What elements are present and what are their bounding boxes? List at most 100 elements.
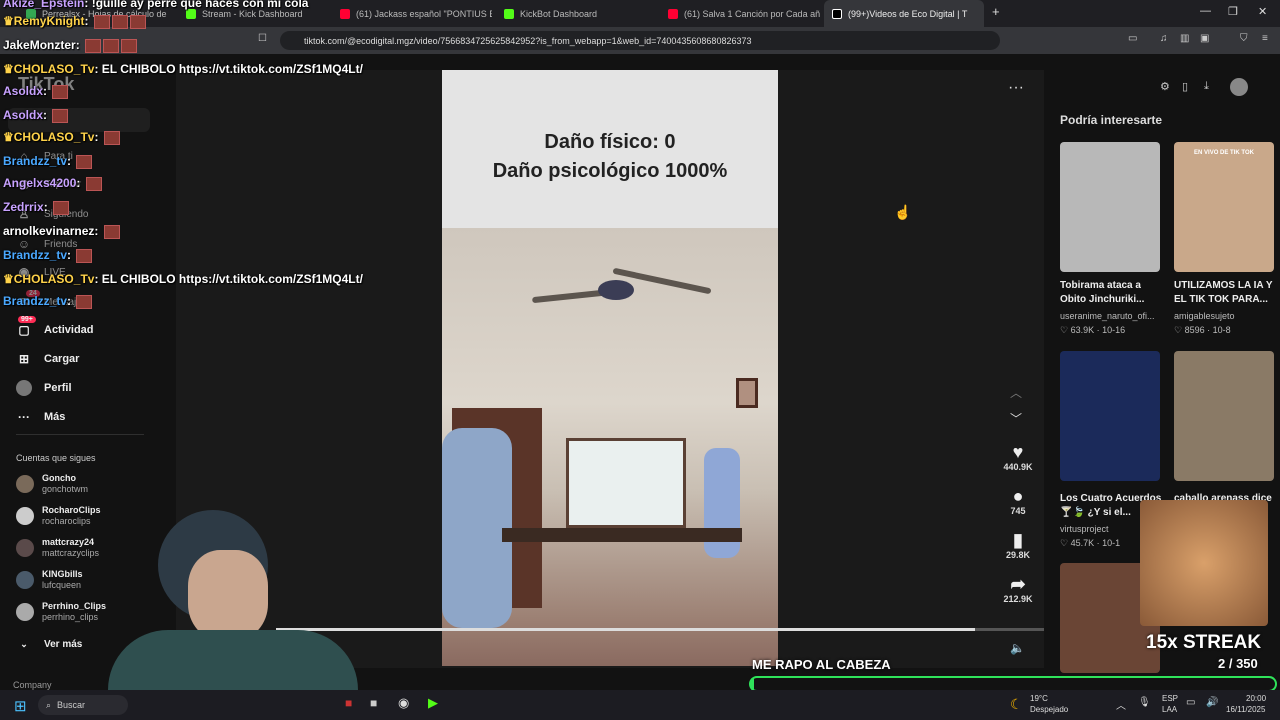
chat-text: EL CHIBOLO https://vt.tiktok.com/ZSf1MQ4…	[101, 272, 363, 286]
minimize-button[interactable]: —	[1200, 5, 1211, 17]
badge-icon: ♛	[3, 14, 14, 28]
emote-image	[53, 200, 70, 215]
heart-icon: ♡	[1174, 325, 1183, 335]
recommended-thumbnail[interactable]: EN VIVO DE TIK TOK	[1174, 142, 1274, 272]
recommended-author[interactable]: useranime_naruto_ofi...	[1060, 310, 1170, 323]
browser-tab[interactable]: (61) Jackass español "PONTIUS EL BA	[332, 0, 492, 27]
chevron-down-icon: ⌄	[20, 638, 28, 649]
recommended-stats: ♡ 8596 · 10-8	[1174, 325, 1231, 335]
clock-date[interactable]: 16/11/2025	[1226, 705, 1265, 714]
chat-message: JakeMonzter:	[3, 38, 138, 53]
chat-message: arnolkevinarnez:	[3, 224, 120, 239]
recommended-stats: ♡ 63.9K · 10-16	[1060, 325, 1126, 335]
see-more-button[interactable]: ⌄ Ver más	[16, 636, 82, 652]
chat-message: Asoldx:	[3, 108, 69, 123]
followed-account[interactable]: Goncho gonchotwm	[16, 473, 88, 495]
following-section-title: Cuentas que sigues	[16, 453, 96, 463]
followed-account[interactable]: RocharoClips rocharoclips	[16, 505, 101, 527]
recommended-title[interactable]: UTILIZAMOS LA IA Y EL TIK TOK PARA...	[1174, 279, 1278, 307]
previous-video-icon[interactable]: ︿	[1010, 384, 1022, 401]
new-tab-button[interactable]: +	[992, 4, 1000, 19]
share-button[interactable]: ➦ 212.9K	[998, 574, 1038, 604]
emote-image	[111, 14, 128, 29]
emote-image	[103, 224, 120, 239]
emote-image	[103, 38, 120, 53]
heart-icon: ♡	[1060, 325, 1069, 335]
avatar	[16, 571, 34, 589]
recommended-title[interactable]: Tobirama ataca a Obito Jinchuriki...	[1060, 279, 1164, 307]
followed-account[interactable]: mattcrazy24 mattcrazyclips	[16, 537, 99, 559]
recommended-thumbnail[interactable]	[1174, 351, 1274, 481]
heart-icon: ♥	[1012, 442, 1024, 462]
tray-chevron-icon[interactable]: ︿	[1116, 697, 1126, 712]
clock-time[interactable]: 20:00	[1246, 694, 1266, 703]
like-button[interactable]: ♥ 440.9K	[998, 442, 1038, 472]
chat-username: Brandzz_tv	[3, 248, 68, 262]
maximize-button[interactable]: ❐	[1228, 5, 1238, 18]
windows-taskbar: ⊞ ⌕ Buscar ■ ■ ◉ ▶ ☾ 19°C Despejado ︿ 🎙 E…	[0, 690, 1280, 720]
recommendations-title: Podría interesarte	[1060, 113, 1163, 127]
youtube-icon	[340, 8, 350, 19]
followed-account[interactable]: KINGbills lufcqueen	[16, 569, 83, 591]
activity-icon: ▢	[18, 323, 30, 337]
video-player[interactable]: Daño físico: 0 Daño psicológico 1000%	[442, 70, 778, 666]
app-icon[interactable]: ■	[345, 696, 352, 710]
sidebar-icon[interactable]: ▥	[1180, 33, 1189, 44]
browser-tab[interactable]: (61) Salva 1 Canción por Cada año	[660, 0, 820, 27]
chat-text: !guille ay perre que haces con mi cola	[91, 0, 309, 10]
taskbar-search[interactable]: ⌕ Buscar	[38, 695, 128, 715]
recommended-thumbnail[interactable]	[1060, 142, 1160, 272]
webcam-overlay	[108, 510, 358, 690]
menu-icon[interactable]: ≡	[1262, 33, 1268, 44]
kick-app-icon[interactable]: ▶	[428, 695, 438, 711]
chat-message: ♛CHOLASO_Tv: EL CHIBOLO https://vt.tikto…	[3, 272, 363, 286]
company-link[interactable]: Company	[13, 680, 52, 690]
bookmark-button[interactable]: ▮ 29.8K	[998, 530, 1038, 560]
volume-icon[interactable]: 🔈	[1010, 641, 1025, 655]
recommended-thumbnail[interactable]	[1060, 351, 1160, 481]
cast-icon[interactable]: ▭	[1128, 33, 1137, 44]
windows-start-icon[interactable]: ⊞	[14, 697, 27, 715]
settings-icon[interactable]: ⚙	[1160, 80, 1170, 93]
volume-tray-icon[interactable]: 🔊	[1206, 697, 1218, 708]
user-avatar[interactable]	[1230, 78, 1248, 96]
emote-image	[85, 176, 102, 191]
shield-icon[interactable]: ⛉	[1240, 33, 1248, 44]
upload-icon: ⊞	[18, 352, 30, 366]
bookmark-page-icon[interactable]: ☐	[258, 33, 267, 44]
obs-icon[interactable]: ◉	[398, 695, 409, 711]
comment-button[interactable]: ● 745	[998, 486, 1038, 516]
hand-cursor-icon: ☝	[894, 204, 912, 220]
search-icon: ⌕	[46, 699, 52, 710]
sidebar-item-mas[interactable]: ··· Más	[16, 409, 65, 425]
badge-icon: ♛	[3, 62, 14, 76]
browser-tab[interactable]: KickBot Dashboard	[496, 0, 656, 27]
emote-image	[76, 248, 93, 263]
device-icon[interactable]: ▯	[1182, 80, 1188, 93]
recommended-author[interactable]: amigablesujeto	[1174, 310, 1280, 323]
media-icon[interactable]: ♫	[1160, 33, 1168, 44]
sidebar-item-actividad[interactable]: ▢ Actividad 99+	[16, 316, 94, 338]
goal-count: 2 / 350	[1218, 656, 1258, 671]
network-icon[interactable]: ▭	[1186, 697, 1195, 708]
video-progress-bar[interactable]	[276, 628, 1044, 631]
address-bar[interactable]: tiktok.com/@ecodigital.mgz/video/7566834…	[280, 31, 1000, 50]
chat-username: Asoldx	[3, 84, 44, 98]
next-video-icon[interactable]: ﹀	[1010, 410, 1022, 427]
close-window-button[interactable]: ✕	[1258, 5, 1267, 18]
browser-tab-active[interactable]: (99+)Videos de Eco Digital | T	[824, 0, 984, 27]
sidebar-item-perfil[interactable]: Perfil	[16, 380, 72, 396]
streak-label: 15x STREAK	[1146, 632, 1262, 653]
wallet-icon[interactable]: ▣	[1200, 33, 1209, 44]
app-icon[interactable]: ■	[370, 696, 377, 710]
microphone-icon[interactable]: 🎙	[1138, 697, 1151, 708]
chat-username: CHOLASO_Tv	[13, 272, 95, 286]
followed-account[interactable]: Perrhino_Clips perrhino_clips	[16, 601, 106, 623]
chat-message: Angelxs4200:	[3, 176, 102, 191]
divider	[16, 434, 144, 435]
download-icon[interactable]: ⤓	[1204, 80, 1209, 93]
more-options-icon[interactable]: ···	[1008, 79, 1024, 97]
kick-icon	[504, 8, 514, 19]
sidebar-item-cargar[interactable]: ⊞ Cargar	[16, 351, 80, 367]
language-indicator[interactable]: ESP	[1162, 694, 1178, 703]
